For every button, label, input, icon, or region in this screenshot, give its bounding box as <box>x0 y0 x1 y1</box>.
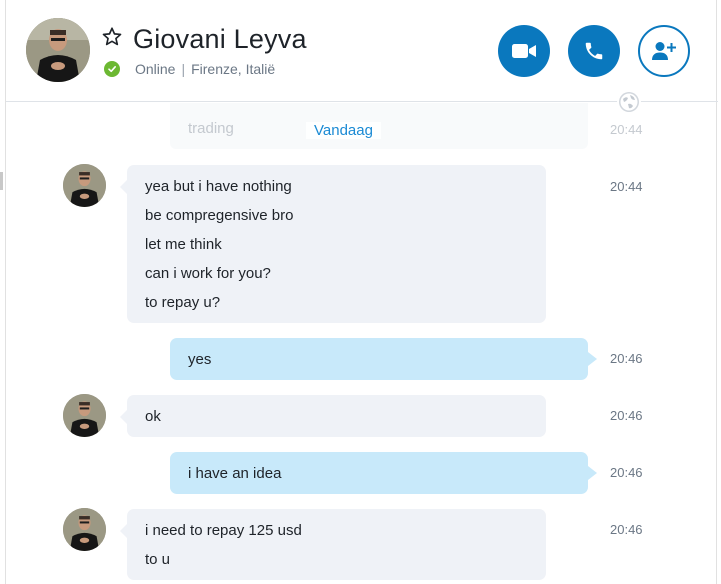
message-line: i need to repay 125 usd <box>145 522 302 539</box>
online-status-icon <box>104 61 120 77</box>
contact-name: Giovani Leyva <box>133 24 307 54</box>
presence-separator: | <box>181 61 186 77</box>
message-time: 20:44 <box>610 179 643 194</box>
message-bubble-incoming[interactable]: ok <box>120 395 546 437</box>
conversation-header: Giovani Leyva Online | Firenze, Italië <box>6 0 718 102</box>
add-person-icon <box>652 42 676 60</box>
message-line: yea but i have nothing <box>145 178 292 195</box>
conversation-window: Giovani Leyva Online | Firenze, Italië t… <box>5 0 718 584</box>
message-history[interactable]: trading 20:44 Vandaag yea but i have not… <box>6 103 718 584</box>
message-time: 20:46 <box>610 522 643 537</box>
message-bubble-incoming[interactable]: i need to repay 125 usd to u <box>120 509 546 580</box>
window-edge-marker <box>0 172 3 190</box>
message-time: 20:46 <box>610 408 643 423</box>
sender-avatar[interactable] <box>63 508 106 551</box>
contact-location: Firenze, Italië <box>191 61 276 77</box>
date-divider: Vandaag <box>306 122 381 139</box>
message-line: ok <box>145 408 161 425</box>
message-line: to u <box>145 551 171 568</box>
video-call-button[interactable] <box>498 25 550 77</box>
message-bubble-outgoing[interactable]: yes <box>170 338 597 380</box>
video-camera-icon <box>512 44 536 58</box>
previous-message-time: 20:44 <box>610 122 643 137</box>
message-time: 20:46 <box>610 465 643 480</box>
message-bubble-outgoing[interactable]: i have an idea <box>170 452 597 494</box>
presence-line: Online | Firenze, Italië <box>135 61 275 77</box>
message-line: i have an idea <box>188 465 282 482</box>
message-time: 20:46 <box>610 351 643 366</box>
message-line: to repay u? <box>145 294 221 311</box>
sender-avatar[interactable] <box>63 394 106 437</box>
phone-icon <box>585 42 603 60</box>
message-bubble-incoming[interactable]: yea but i have nothing be compregensive … <box>120 165 546 323</box>
previous-message-text: trading <box>188 120 234 137</box>
favorite-star-icon[interactable] <box>101 26 123 48</box>
message-line: let me think <box>145 236 222 253</box>
contact-avatar[interactable] <box>26 18 90 82</box>
audio-call-button[interactable] <box>568 25 620 77</box>
add-participant-button[interactable] <box>638 25 690 77</box>
message-line: yes <box>188 351 212 368</box>
presence-status: Online <box>135 61 176 77</box>
message-line: be compregensive bro <box>145 207 294 224</box>
sender-avatar[interactable] <box>63 164 106 207</box>
message-line: can i work for you? <box>145 265 271 282</box>
